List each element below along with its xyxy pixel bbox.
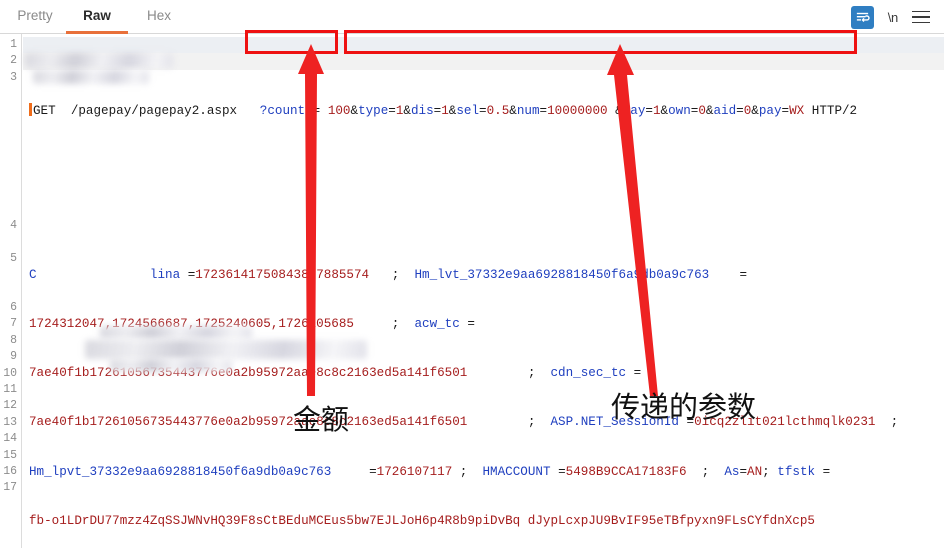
cookie-line-3: 7ae40f1b17261056735443776e0a2b95972aae8c… <box>29 366 642 381</box>
view-tabs: Pretty Raw Hex <box>0 0 190 34</box>
line-number: 4 <box>10 219 17 232</box>
line-number: 6 <box>10 301 17 314</box>
line-number: 16 <box>3 465 17 478</box>
http-request-viewer-window: Pretty Raw Hex \n 1 2 3 4 5 6 7 8 9 10 1… <box>0 0 944 548</box>
tab-raw[interactable]: Raw <box>66 0 128 34</box>
hamburger-menu-button[interactable] <box>912 10 930 24</box>
request-method: GET <box>33 103 56 118</box>
line-number: 9 <box>10 350 17 364</box>
view-tabbar: Pretty Raw Hex \n <box>0 0 944 34</box>
cookie-line-5: Hm_lpvt_37332e9aa6928818450f6a9db0a9c763… <box>29 464 831 479</box>
editor-toolbar: \n <box>850 0 944 34</box>
line-number: 14 <box>3 432 17 446</box>
line-number: 3 <box>10 70 17 84</box>
raw-request-editor[interactable]: 1 2 3 4 5 6 7 8 9 10 11 12 13 14 15 16 1… <box>0 34 944 548</box>
tab-hex[interactable]: Hex <box>128 0 190 34</box>
request-text[interactable]: GET /pagepay/pagepay2.aspx ?count=100cou… <box>23 34 944 548</box>
params-annotation-label: 传递的参数 <box>611 390 757 424</box>
line-number: 5 <box>10 251 17 265</box>
word-wrap-icon[interactable] <box>850 5 874 29</box>
param-amp: & <box>350 103 359 118</box>
text-caret <box>29 102 32 116</box>
amount-annotation-label: 金额 <box>293 403 350 436</box>
line-number: 1 <box>10 38 17 51</box>
line-number: 12 <box>3 399 17 413</box>
host-line <box>29 185 944 201</box>
line-number: 2 <box>10 54 17 68</box>
cookie-line-6: fb-o1LDrDU77mzz4ZqSSJWNvHQ39F8sCtBEduMCE… <box>29 513 815 528</box>
newline-toggle[interactable]: \n <box>888 10 899 25</box>
line-number: 10 <box>3 366 17 380</box>
cookie-line-2: 1724312047,1724566687,1725240605,1726105… <box>29 316 475 331</box>
request-protocol: HTTP/2 <box>811 103 858 118</box>
cookie-line-4: 7ae40f1b17261056735443776e0a2b95972aae8c… <box>29 415 899 430</box>
cookie-line-1: C lina =17236141750843897885574 ; Hm_lvt… <box>29 267 748 282</box>
word-wrap-button[interactable] <box>850 5 874 29</box>
request-path: /pagepay/pagepay2.aspx <box>70 103 238 118</box>
tab-pretty[interactable]: Pretty <box>4 0 66 34</box>
request-line: GET /pagepay/pagepay2.aspx ?count=100cou… <box>29 102 944 119</box>
line-number: 13 <box>3 415 17 429</box>
line-number: 11 <box>3 383 17 396</box>
hamburger-menu-icon[interactable] <box>912 10 930 24</box>
line-number: 7 <box>10 317 17 331</box>
line-number: 15 <box>3 448 17 462</box>
amount-param: count=100count = 100 <box>267 103 351 118</box>
query-params: type=1&dis=1&sel=0.5&num=10000000 &day=1… <box>358 103 805 118</box>
line-number: 17 <box>3 481 17 495</box>
line-number: 8 <box>10 333 17 347</box>
line-number-gutter: 1 2 3 4 5 6 7 8 9 10 11 12 13 14 15 16 1… <box>0 34 22 548</box>
